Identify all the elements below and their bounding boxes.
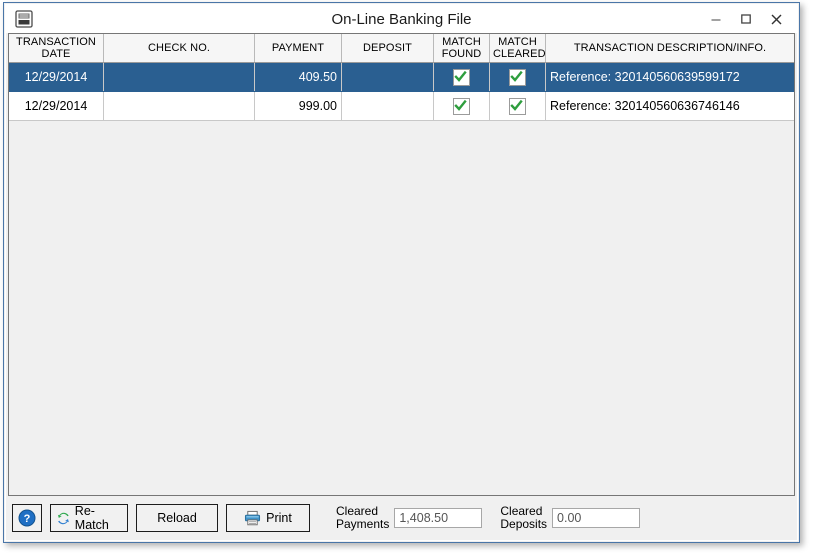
help-button[interactable]: ? bbox=[12, 504, 42, 532]
refresh-icon bbox=[57, 512, 69, 524]
rematch-button-label: Re-Match bbox=[74, 504, 109, 532]
application-window: On-Line Banking File TRANSACTION DATE CH… bbox=[3, 2, 800, 543]
checkbox-checked-icon[interactable] bbox=[453, 68, 470, 86]
cell-match-cleared[interactable] bbox=[489, 91, 546, 121]
transaction-table: TRANSACTION DATE CHECK NO. PAYMENT DEPOS… bbox=[9, 34, 794, 121]
cleared-payments-input[interactable]: 1,408.50 bbox=[394, 508, 483, 528]
window-title: On-Line Banking File bbox=[331, 10, 472, 28]
cell-match-cleared[interactable] bbox=[489, 62, 546, 92]
cleared-payments-group: Cleared Payments 1,408.50 bbox=[336, 504, 483, 531]
cell-match-found[interactable] bbox=[433, 62, 490, 92]
grid-empty-area bbox=[9, 121, 794, 495]
svg-text:?: ? bbox=[24, 513, 31, 525]
close-button[interactable] bbox=[761, 7, 791, 31]
printer-icon bbox=[245, 510, 261, 526]
cell-check-no bbox=[103, 62, 255, 92]
transaction-grid[interactable]: TRANSACTION DATE CHECK NO. PAYMENT DEPOS… bbox=[8, 33, 795, 496]
table-header-row: TRANSACTION DATE CHECK NO. PAYMENT DEPOS… bbox=[9, 34, 794, 63]
cleared-payments-label: Cleared Payments bbox=[336, 504, 390, 531]
print-button[interactable]: Print bbox=[226, 504, 310, 532]
table-row[interactable]: 12/29/2014 409.50 Reference: 32014056063… bbox=[9, 62, 794, 92]
help-icon: ? bbox=[18, 509, 36, 527]
window-controls bbox=[701, 5, 797, 33]
cell-deposit bbox=[341, 62, 434, 92]
table-row[interactable]: 12/29/2014 999.00 Reference: 32014056063… bbox=[9, 91, 794, 121]
cleared-deposits-label: Cleared Deposits bbox=[500, 504, 548, 531]
reload-button-label: Reload bbox=[157, 511, 197, 525]
rematch-button[interactable]: Re-Match bbox=[50, 504, 128, 532]
window-inner: On-Line Banking File TRANSACTION DATE CH… bbox=[5, 4, 798, 541]
column-header-deposit[interactable]: DEPOSIT bbox=[341, 34, 434, 63]
cell-match-found[interactable] bbox=[433, 91, 490, 121]
column-header-transaction-date[interactable]: TRANSACTION DATE bbox=[9, 34, 104, 63]
bottom-toolbar: ? Re-Match Reload Print Cleared Payments… bbox=[6, 496, 797, 540]
title-bar[interactable]: On-Line Banking File bbox=[6, 5, 797, 33]
cell-payment: 999.00 bbox=[254, 91, 342, 121]
banking-window-icon bbox=[14, 10, 34, 28]
column-header-match-found[interactable]: MATCH FOUND bbox=[433, 34, 490, 63]
minimize-button[interactable] bbox=[701, 7, 731, 31]
maximize-button[interactable] bbox=[731, 7, 761, 31]
reload-button[interactable]: Reload bbox=[136, 504, 218, 532]
checkbox-checked-icon[interactable] bbox=[509, 68, 526, 86]
cell-payment: 409.50 bbox=[254, 62, 342, 92]
checkbox-checked-icon[interactable] bbox=[453, 97, 470, 115]
cleared-deposits-group: Cleared Deposits 0.00 bbox=[500, 504, 641, 531]
column-header-match-cleared[interactable]: MATCH CLEARED bbox=[489, 34, 546, 63]
column-header-transaction-description[interactable]: TRANSACTION DESCRIPTION/INFO. bbox=[545, 34, 794, 63]
cell-transaction-date: 12/29/2014 bbox=[9, 62, 104, 92]
cell-check-no bbox=[103, 91, 255, 121]
cleared-deposits-input[interactable]: 0.00 bbox=[552, 508, 641, 528]
print-button-label: Print bbox=[266, 511, 292, 525]
cell-transaction-description: Reference: 320140560639599172 bbox=[545, 62, 794, 92]
column-header-payment[interactable]: PAYMENT bbox=[254, 34, 342, 63]
cell-deposit bbox=[341, 91, 434, 121]
cell-transaction-description: Reference: 320140560636746146 bbox=[545, 91, 794, 121]
column-header-check-no[interactable]: CHECK NO. bbox=[103, 34, 255, 63]
cell-transaction-date: 12/29/2014 bbox=[9, 91, 104, 121]
checkbox-checked-icon[interactable] bbox=[509, 97, 526, 115]
